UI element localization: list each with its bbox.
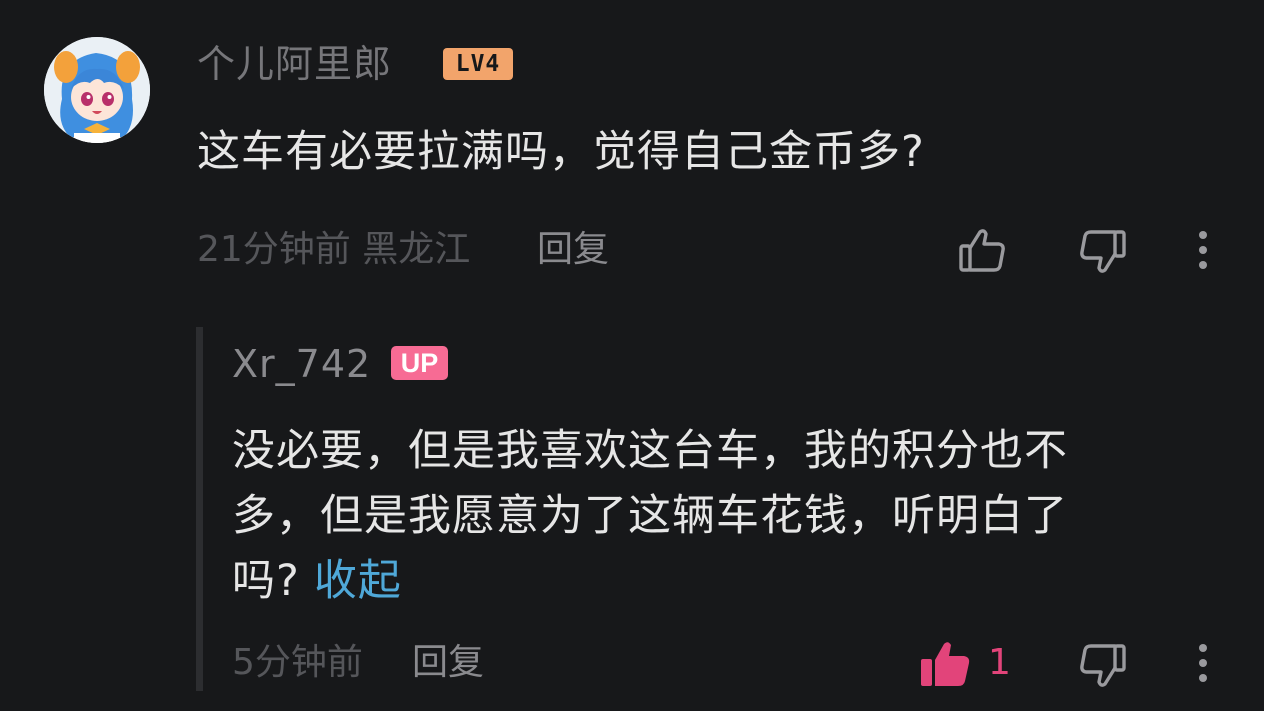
reply-text-line: 没必要，但是我喜欢这台车，我的积分也不	[232, 426, 1068, 476]
like-count: 1	[988, 642, 1011, 683]
more-options-icon[interactable]	[1196, 643, 1210, 685]
reply-thread-line	[196, 327, 203, 691]
comment-thread: 个儿阿里郎 LV4 这车有必要拉满吗，觉得自己金币多? 21分钟前 黑龙江 回复…	[0, 0, 1264, 711]
thumbs-down-icon[interactable]	[1076, 640, 1128, 692]
thumbs-down-icon[interactable]	[1076, 226, 1128, 278]
reply-text: 没必要，但是我喜欢这台车，我的积分也不 多，但是我愿意为了这辆车花钱，听明白了 …	[232, 419, 1192, 614]
reply-text-line: 吗?	[232, 556, 300, 606]
comment-username[interactable]: 个儿阿里郎	[197, 42, 392, 86]
level-badge: LV4	[443, 48, 513, 80]
reply-username[interactable]: Xr_742	[232, 341, 371, 387]
collapse-link[interactable]: 收起	[314, 556, 402, 606]
reply-text-line-last: 吗? 收起	[232, 549, 1192, 614]
reply-time: 5分钟前	[232, 642, 363, 683]
comment-location: 黑龙江	[362, 229, 471, 270]
reply-reply-button[interactable]: 回复	[412, 640, 484, 686]
reply-text-line: 多，但是我愿意为了这辆车花钱，听明白了	[232, 491, 1068, 541]
level-badge-label: LV4	[455, 51, 501, 77]
comment-reply-button[interactable]: 回复	[537, 227, 609, 273]
comment-text: 这车有必要拉满吗，觉得自己金币多?	[197, 127, 925, 177]
up-badge: UP	[391, 346, 448, 380]
thumbs-up-filled-icon[interactable]	[918, 638, 972, 690]
avatar[interactable]	[44, 37, 150, 143]
comment-meta: 21分钟前 黑龙江	[197, 227, 470, 273]
thumbs-up-icon[interactable]	[957, 224, 1009, 276]
comment-time: 21分钟前	[197, 229, 351, 270]
more-options-icon[interactable]	[1196, 230, 1210, 272]
